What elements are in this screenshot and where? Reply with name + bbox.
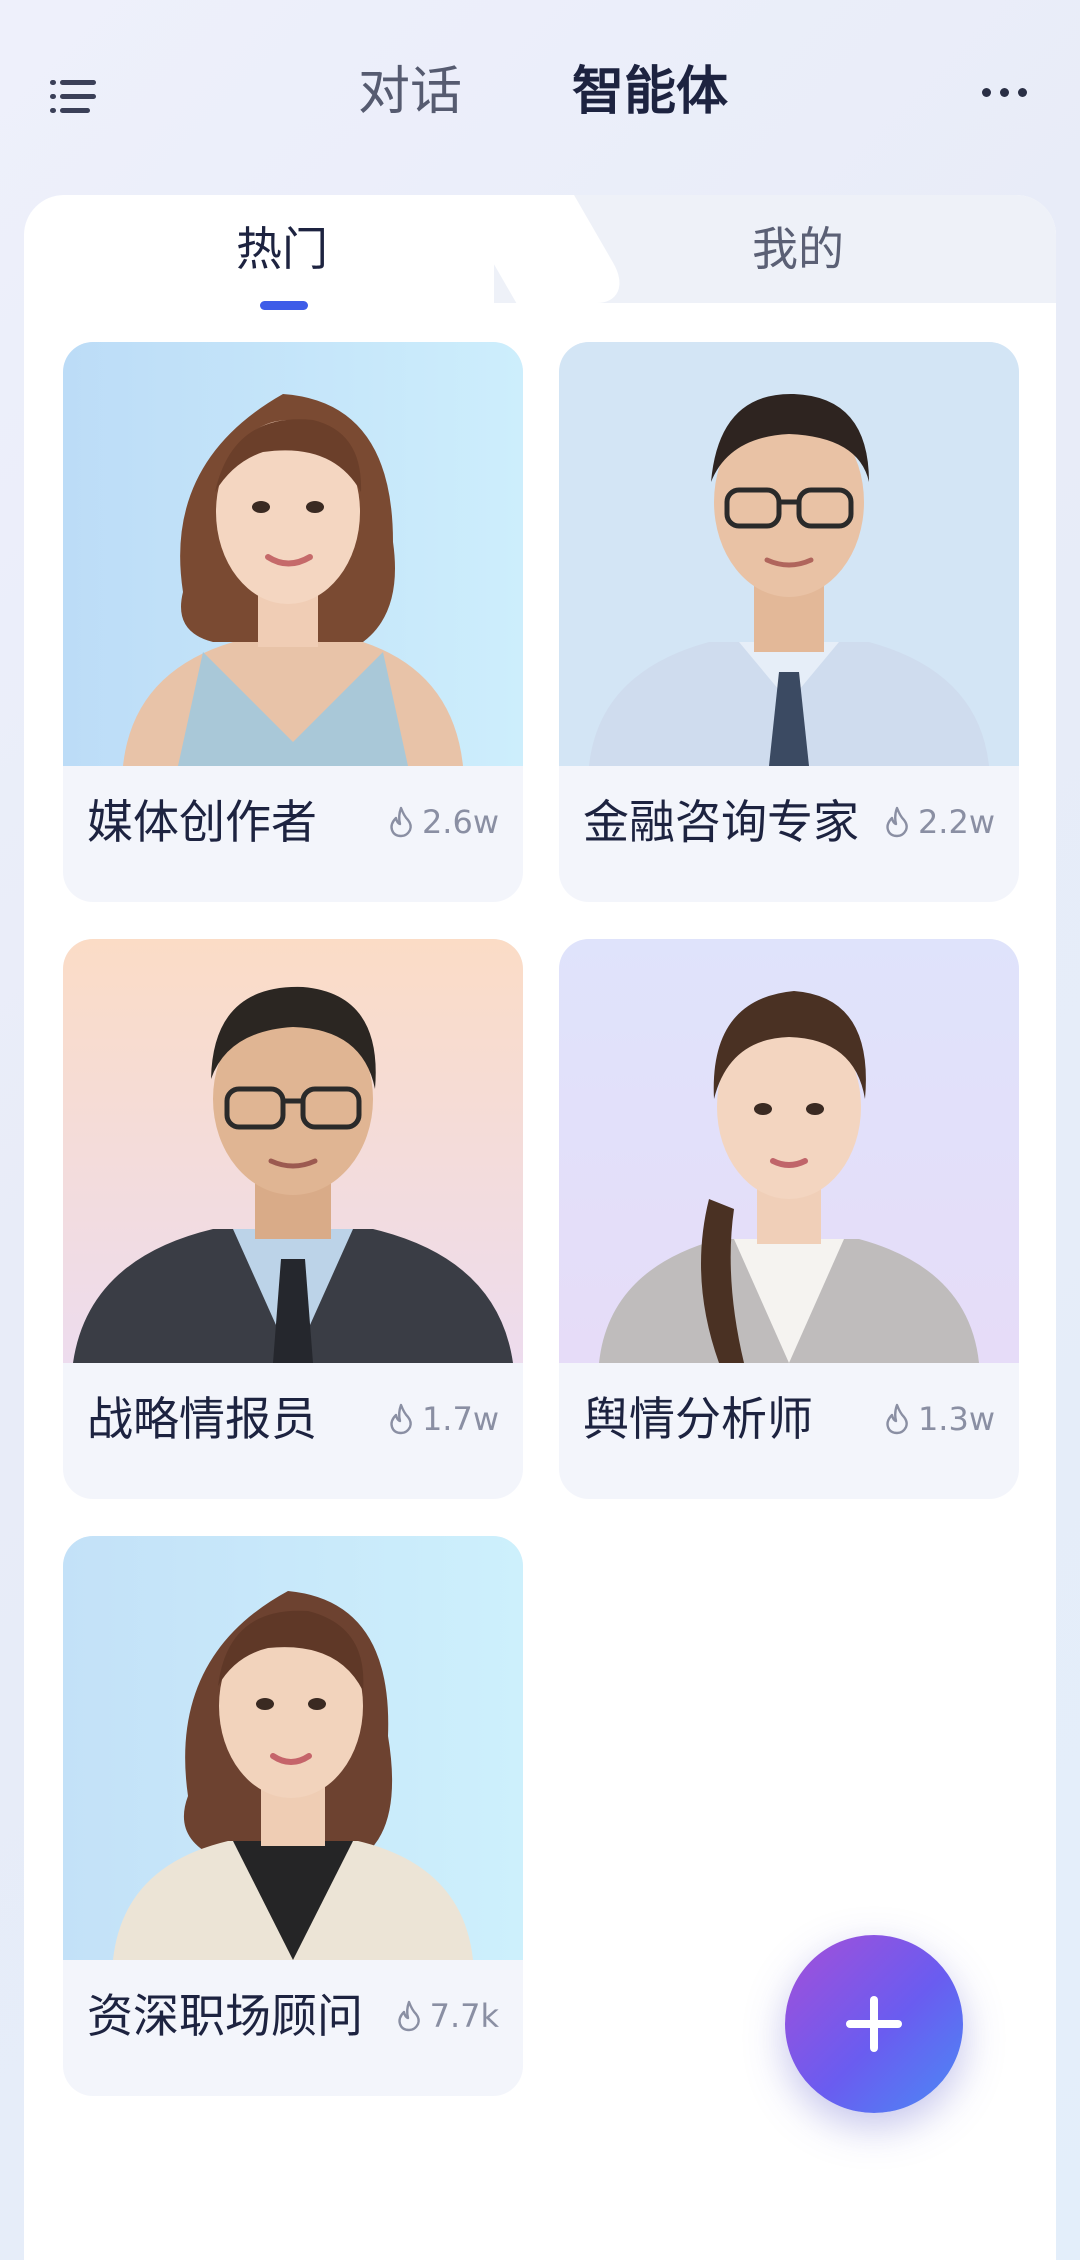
agent-card-opinion-analyst[interactable]: 舆情分析师 1.3w <box>559 939 1019 1499</box>
more-dots-icon[interactable] <box>978 72 1030 112</box>
agent-heat-value: 7.7k <box>429 1997 499 2035</box>
agent-name: 舆情分析师 <box>583 1392 813 1446</box>
woman-wavy-hair-avatar <box>63 342 523 766</box>
agent-heat: 2.6w <box>388 800 499 844</box>
agent-heat-value: 2.6w <box>421 803 499 841</box>
agent-heat: 1.3w <box>884 1397 995 1441</box>
woman-blazer-avatar <box>63 1536 523 1960</box>
agent-heat: 7.7k <box>396 1994 499 2038</box>
agent-card-career-advisor[interactable]: 资深职场顾问 7.7k <box>63 1536 523 2096</box>
flame-icon <box>390 806 412 838</box>
active-subtab-indicator <box>260 301 308 310</box>
tab-agents[interactable]: 智能体 <box>572 52 728 132</box>
agent-card-finance-expert[interactable]: 金融咨询专家 2.2w <box>559 342 1019 902</box>
menu-list-icon[interactable] <box>50 72 102 120</box>
subtab-mine[interactable]: 我的 <box>752 219 844 279</box>
flame-icon <box>886 806 908 838</box>
flame-icon <box>886 1403 908 1435</box>
plus-icon-vertical <box>870 1996 878 2052</box>
agent-name: 金融咨询专家 <box>583 795 859 849</box>
agent-heat: 1.7w <box>388 1397 499 1441</box>
agent-name: 媒体创作者 <box>87 795 317 849</box>
agent-heat-value: 1.3w <box>917 1400 995 1438</box>
agent-heat: 2.2w <box>884 800 995 844</box>
flame-icon <box>390 1403 412 1435</box>
man-suit-glasses-avatar <box>63 939 523 1363</box>
flame-icon <box>397 2000 420 2032</box>
agent-heat-value: 2.2w <box>917 803 995 841</box>
woman-ponytail-avatar <box>559 939 1019 1363</box>
tab-chat[interactable]: 对话 <box>358 52 462 132</box>
agent-name: 战略情报员 <box>87 1392 317 1446</box>
man-glasses-tie-avatar <box>559 342 1019 766</box>
subtab-bar: 热门 我的 <box>24 195 1056 310</box>
agent-card-media-creator[interactable]: 媒体创作者 2.6w <box>63 342 523 902</box>
top-bar: 对话 智能体 <box>0 0 1080 190</box>
agent-name: 资深职场顾问 <box>87 1989 363 2043</box>
add-agent-button[interactable] <box>785 1935 963 2113</box>
agent-heat-value: 1.7w <box>421 1400 499 1438</box>
agent-card-strategy-intel[interactable]: 战略情报员 1.7w <box>63 939 523 1499</box>
subtab-hot[interactable]: 热门 <box>236 219 328 279</box>
